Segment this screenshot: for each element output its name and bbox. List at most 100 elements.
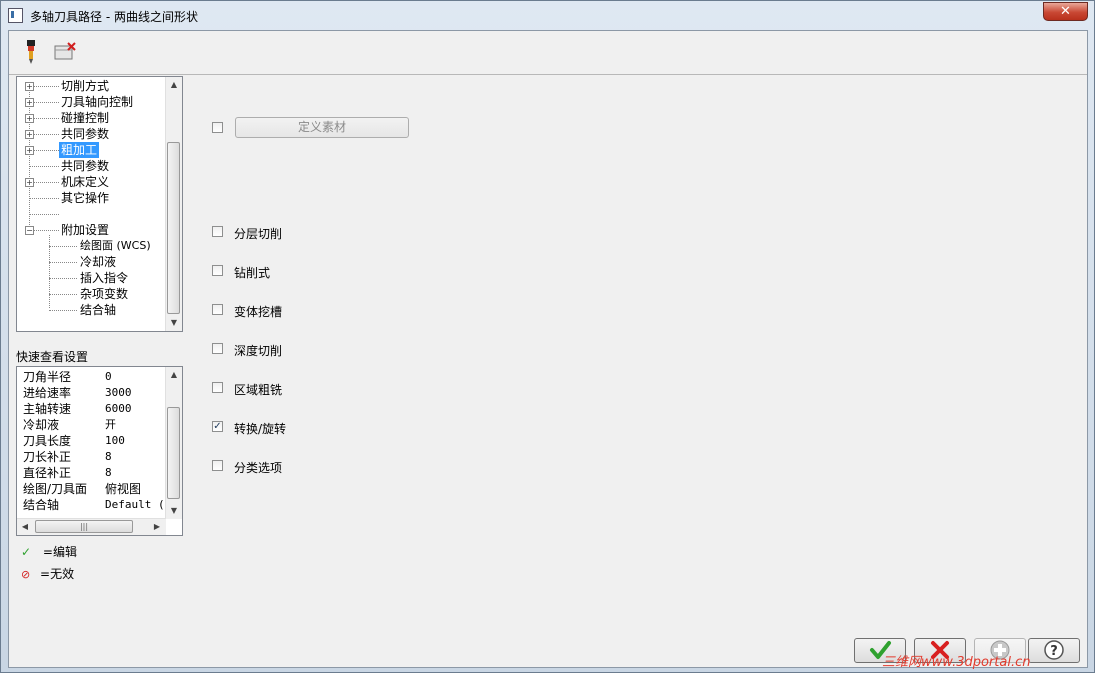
- define-stock-checkbox[interactable]: [212, 122, 223, 133]
- row-label: 主轴转速: [23, 402, 72, 416]
- tree-connector: [49, 310, 77, 311]
- tree-item-cut-method[interactable]: 切削方式: [61, 78, 109, 94]
- legend-edit: ✓ =编辑: [21, 544, 77, 560]
- tree-connector: [33, 102, 59, 103]
- help-icon: ?: [1044, 640, 1064, 660]
- option-checkbox-area-rough[interactable]: [212, 382, 223, 393]
- tree-item-coolant[interactable]: 冷却液: [80, 254, 116, 270]
- quick-view-row: 直径补正 8: [23, 465, 112, 481]
- checkmark-icon: ✓: [21, 545, 32, 559]
- quick-view-title: 快速查看设置: [16, 350, 89, 364]
- option-label-area-rough[interactable]: 区域粗铣: [234, 381, 282, 398]
- tree-expander[interactable]: +: [25, 114, 34, 123]
- tree-item-tool-axis-control[interactable]: 刀具轴向控制: [61, 94, 133, 110]
- row-label: 绘图/刀具面: [23, 482, 88, 496]
- invalid-icon: ⊘: [21, 568, 31, 581]
- row-label: 刀具长度: [23, 434, 72, 448]
- quick-view-row: 刀具长度 100: [23, 433, 125, 449]
- toolbar: [9, 31, 1087, 75]
- window-title: 多轴刀具路径 - 两曲线之间形状: [30, 10, 198, 24]
- tree-scrollbar[interactable]: ▲ ▼: [165, 77, 182, 331]
- row-label: 进给速率: [23, 386, 72, 400]
- quick-view-row: 冷却液 开: [23, 417, 116, 433]
- tree-item-other-operations[interactable]: 其它操作: [61, 190, 109, 206]
- quick-view-row: 刀角半径 0: [23, 369, 112, 385]
- tree-connector: [29, 214, 59, 215]
- option-checkbox-layer-cut[interactable]: [212, 226, 223, 237]
- tree-connector: [49, 246, 77, 247]
- tool-icon[interactable]: [19, 39, 45, 65]
- option-checkbox-depth-cut[interactable]: [212, 343, 223, 354]
- option-label-sort-options[interactable]: 分类选项: [234, 459, 282, 476]
- tree-item-additional-settings[interactable]: 附加设置: [61, 222, 109, 238]
- tree-connector: [33, 134, 59, 135]
- option-label-layer-cut[interactable]: 分层切削: [234, 225, 282, 242]
- quick-view-row: 进给速率 3000: [23, 385, 132, 401]
- option-label-transform-rotate[interactable]: 转换/旋转: [234, 420, 286, 437]
- quick-view-list[interactable]: 刀角半径 0 进给速率 3000 主轴转速 6000 冷却液 开 刀具长度 100 刀长补…: [16, 366, 183, 536]
- tree-item-roughing[interactable]: 粗加工: [59, 142, 100, 158]
- tree-expander[interactable]: +: [25, 146, 34, 155]
- app-icon: [8, 8, 23, 23]
- tree-connector: [33, 118, 59, 119]
- tree-connector: [29, 198, 59, 199]
- scroll-left-icon[interactable]: ◀: [17, 519, 33, 535]
- scroll-right-icon[interactable]: ▶: [149, 519, 165, 535]
- row-value: 8: [105, 466, 112, 479]
- dialog-window: 多轴刀具路径 - 两曲线之间形状 ✕ + + + + + + − 切削方式 刀具…: [0, 0, 1095, 673]
- tree-item-combine-axis[interactable]: 结合轴: [80, 302, 116, 318]
- scroll-down-icon[interactable]: ▼: [166, 315, 182, 331]
- help-button[interactable]: ?: [1028, 638, 1080, 663]
- option-label-variant-pocket[interactable]: 变体挖槽: [234, 303, 282, 320]
- dialog-client: + + + + + + − 切削方式 刀具轴向控制 碰撞控制 共同参数 粗加工 …: [8, 30, 1088, 670]
- tree-expander[interactable]: +: [25, 82, 34, 91]
- tree-item-machine-definition[interactable]: 机床定义: [61, 174, 109, 190]
- quick-view-row: 刀长补正 8: [23, 449, 112, 465]
- option-label-depth-cut[interactable]: 深度切削: [234, 342, 282, 359]
- watermark: 三维网www.3dportal.cn: [882, 655, 1031, 670]
- option-checkbox-sort-options[interactable]: [212, 460, 223, 471]
- define-stock-button[interactable]: 定义素材: [235, 117, 409, 138]
- parameter-tree[interactable]: + + + + + + − 切削方式 刀具轴向控制 碰撞控制 共同参数 粗加工 …: [16, 76, 183, 332]
- row-label: 直径补正: [23, 466, 72, 480]
- tree-expander[interactable]: +: [25, 98, 34, 107]
- scroll-thumb[interactable]: |||: [35, 520, 133, 533]
- tree-item-insert-command[interactable]: 插入指令: [80, 270, 128, 286]
- tree-connector: [49, 278, 77, 279]
- tree-expander[interactable]: +: [25, 130, 34, 139]
- scroll-thumb[interactable]: [167, 407, 180, 499]
- tree-item-common-params[interactable]: 共同参数: [61, 126, 109, 142]
- scroll-up-icon[interactable]: ▲: [166, 367, 182, 383]
- tree-item-wcs-plane[interactable]: 绘图面 (WCS): [80, 238, 151, 254]
- row-label: 冷却液: [23, 418, 60, 432]
- row-label: 刀长补正: [23, 450, 72, 464]
- tree-connector: [33, 230, 59, 231]
- row-value: 3000: [105, 386, 132, 399]
- tree-connector: [49, 294, 77, 295]
- close-button[interactable]: ✕: [1043, 2, 1088, 21]
- row-value: 俯视图: [105, 482, 142, 496]
- option-checkbox-transform-rotate[interactable]: ✓: [212, 421, 223, 432]
- quick-view-hscrollbar[interactable]: ◀ ||| ▶: [17, 518, 166, 535]
- option-label-plunge[interactable]: 钻削式: [234, 264, 270, 281]
- option-checkbox-plunge[interactable]: [212, 265, 223, 276]
- tree-item-collision-control[interactable]: 碰撞控制: [61, 110, 109, 126]
- delete-stock-icon[interactable]: [53, 39, 79, 65]
- tree-item-misc-variables[interactable]: 杂项变数: [80, 286, 128, 302]
- scroll-up-icon[interactable]: ▲: [166, 77, 182, 93]
- tree-item-common-params-2[interactable]: 共同参数: [61, 158, 109, 174]
- tree-expander[interactable]: +: [25, 178, 34, 187]
- row-value: 6000: [105, 402, 132, 415]
- option-checkbox-variant-pocket[interactable]: [212, 304, 223, 315]
- tree-connector: [29, 166, 59, 167]
- tree-expander[interactable]: −: [25, 226, 34, 235]
- quick-view-vscrollbar[interactable]: ▲ ▼: [165, 367, 182, 519]
- quick-view-row: 绘图/刀具面 俯视图: [23, 481, 141, 497]
- scroll-down-icon[interactable]: ▼: [166, 503, 182, 519]
- tree-connector: [49, 262, 77, 263]
- legend-invalid: ⊘ =无效: [21, 566, 74, 582]
- row-value: 0: [105, 370, 112, 383]
- scroll-thumb[interactable]: [167, 142, 180, 314]
- quick-view-row: 主轴转速 6000: [23, 401, 132, 417]
- title-bar[interactable]: 多轴刀具路径 - 两曲线之间形状 ✕: [1, 1, 1094, 29]
